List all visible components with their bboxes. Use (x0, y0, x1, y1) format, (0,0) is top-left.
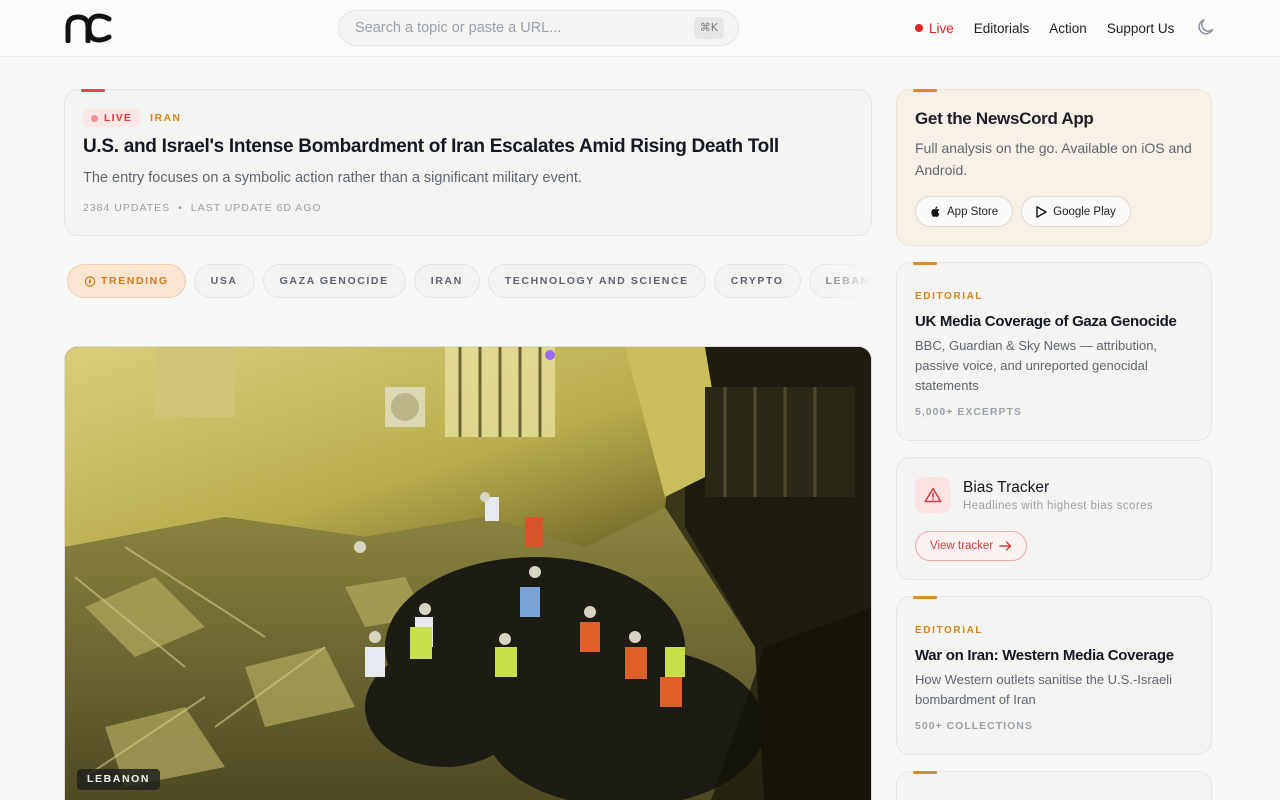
rubble-scene-illustration (65, 347, 871, 800)
topic-chip[interactable]: IRAN (413, 264, 480, 298)
editorial-count: 500+ COLLECTIONS (915, 720, 1033, 732)
search-bar[interactable]: ⌘K (338, 10, 739, 46)
live-story-card[interactable]: LIVE IRAN U.S. and Israel's Intense Bomb… (64, 89, 872, 236)
topic-chip[interactable]: GAZA GENOCIDE (262, 264, 406, 298)
card-accent-bar (913, 89, 937, 92)
bias-tracker-subtitle: Headlines with highest bias scores (963, 500, 1154, 512)
search-input[interactable] (355, 11, 685, 45)
top-header: ⌘K Live Editorials Action Support Us (0, 0, 1280, 57)
live-story-title[interactable]: U.S. and Israel's Intense Bombardment of… (83, 136, 779, 158)
topic-chip[interactable]: USA (193, 264, 255, 298)
bias-warning-icon-wrap (915, 477, 951, 513)
bias-tracker-card: Bias Tracker Headlines with highest bias… (896, 457, 1212, 580)
arrow-right-icon (999, 541, 1012, 551)
view-tracker-label: View tracker (930, 540, 994, 552)
editorial-card-partial[interactable] (896, 771, 1212, 800)
editorial-label: EDITORIAL (915, 291, 984, 302)
meta-separator: • (178, 202, 183, 214)
topic-chip[interactable]: TECHNOLOGY AND SCIENCE (487, 264, 706, 298)
live-story-tags: LIVE IRAN (83, 109, 181, 127)
card-accent-bar (913, 596, 937, 599)
live-story-subtitle: The entry focuses on a symbolic action r… (83, 170, 582, 186)
google-play-label: Google Play (1053, 205, 1116, 218)
topic-chip-trending[interactable]: TRENDING (67, 264, 186, 298)
live-story-category: IRAN (150, 112, 182, 124)
bias-tracker-title: Bias Tracker (963, 479, 1050, 496)
warning-triangle-icon (924, 487, 942, 503)
topic-chip[interactable]: CRYPTO (713, 264, 801, 298)
apple-icon (931, 205, 940, 217)
live-story-meta: 2384 UPDATES • LAST UPDATE 6D AGO (83, 202, 322, 214)
topic-chip-label: TRENDING (101, 275, 169, 287)
editorial-title[interactable]: UK Media Coverage of Gaza Genocide (915, 313, 1177, 330)
view-tracker-button[interactable]: View tracker (915, 531, 1028, 561)
editorial-label: EDITORIAL (915, 625, 984, 636)
editorial-count: 5,000+ EXCERPTS (915, 406, 1022, 418)
editorial-title[interactable]: War on Iran: Western Media Coverage (915, 647, 1174, 664)
hero-story-image[interactable]: LEBANON (64, 346, 872, 800)
hero-category-tag[interactable]: LEBANON (77, 769, 161, 790)
app-store-button[interactable]: App Store (915, 196, 1014, 227)
card-accent-bar (81, 89, 105, 92)
nav-action-link[interactable]: Action (1049, 21, 1087, 36)
topic-chip[interactable]: LEBANON (808, 264, 872, 298)
search-shortcut-badge: ⌘K (693, 17, 724, 39)
main-nav: Live Editorials Action Support Us (915, 18, 1194, 38)
live-badge: LIVE (83, 109, 141, 127)
live-badge-label: LIVE (104, 112, 133, 124)
card-accent-bar (913, 262, 937, 265)
card-accent-bar (913, 771, 937, 774)
trending-flame-icon (84, 276, 96, 287)
newscord-logo[interactable] (64, 13, 112, 43)
app-promo-card: Get the NewsCord App Full analysis on th… (896, 89, 1212, 246)
store-buttons: App Store Google Play (915, 196, 1139, 227)
editorial-card[interactable]: EDITORIAL UK Media Coverage of Gaza Geno… (896, 262, 1212, 441)
editorial-description: BBC, Guardian & Sky News — attribution, … (915, 338, 1158, 393)
updates-count: 2384 UPDATES (83, 202, 171, 214)
editorial-card[interactable]: EDITORIAL War on Iran: Western Media Cov… (896, 596, 1212, 755)
editorial-description: How Western outlets sanitise the U.S.-Is… (915, 672, 1172, 707)
google-play-button[interactable]: Google Play (1021, 196, 1131, 227)
app-store-label: App Store (947, 205, 999, 218)
nav-live-link[interactable]: Live (915, 21, 954, 36)
nav-editorials-link[interactable]: Editorials (974, 21, 1030, 36)
dark-mode-moon-icon[interactable] (1196, 17, 1216, 37)
last-update: LAST UPDATE 6D AGO (190, 202, 322, 214)
topic-chips-row: TRENDING USA GAZA GENOCIDE IRAN TECHNOLO… (64, 262, 872, 300)
google-play-icon (1036, 205, 1047, 218)
nav-live-label: Live (929, 20, 954, 36)
nav-support-link[interactable]: Support Us (1107, 21, 1175, 36)
app-promo-title: Get the NewsCord App (915, 109, 1094, 128)
app-promo-description: Full analysis on the go. Available on iO… (915, 140, 1192, 178)
live-pulse-icon (91, 114, 98, 122)
live-dot-icon (915, 24, 923, 32)
